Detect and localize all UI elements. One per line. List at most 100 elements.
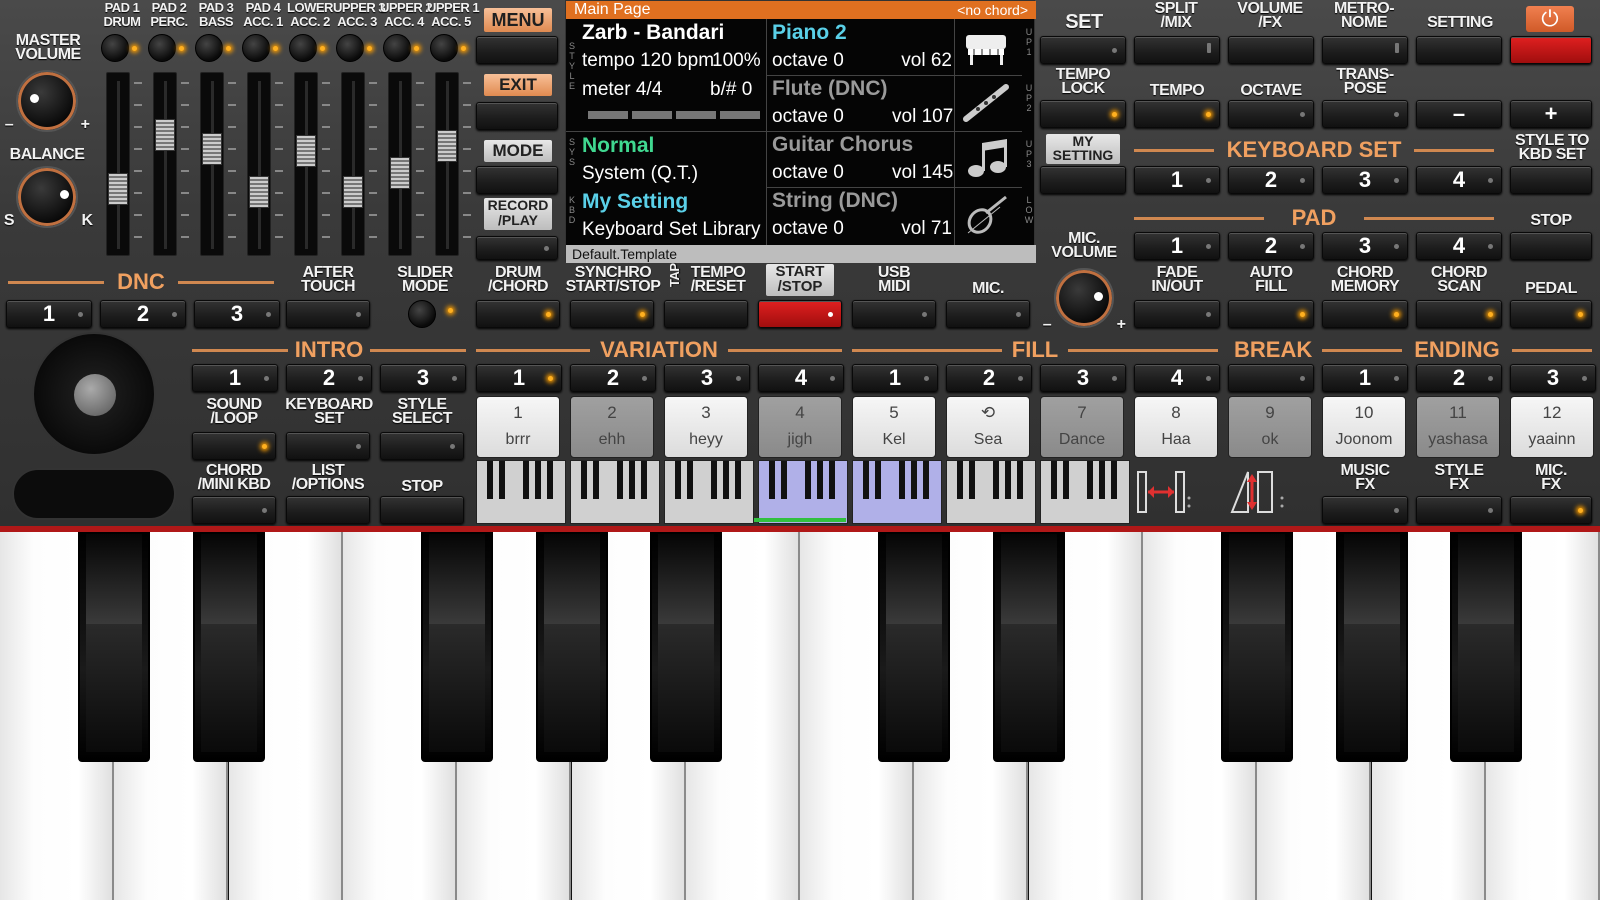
channel-pad-knob[interactable] xyxy=(101,34,129,62)
variation-button[interactable]: 2 xyxy=(570,364,656,392)
intro-button[interactable]: 1 xyxy=(192,364,278,392)
sound-pad[interactable]: 5 Kel xyxy=(852,396,936,458)
tempo-button[interactable] xyxy=(1134,100,1220,128)
mic-button[interactable] xyxy=(946,300,1030,328)
sound-pad[interactable]: 2 ehh xyxy=(570,396,654,458)
channel-slider[interactable] xyxy=(200,72,224,256)
drum-chord-button[interactable] xyxy=(476,300,560,328)
auto-fill-button[interactable] xyxy=(1228,300,1314,328)
sound-pad[interactable]: ⟲ Sea xyxy=(946,396,1030,458)
pad-button[interactable]: 4 xyxy=(1416,232,1502,260)
keyboard-set-row-button[interactable] xyxy=(286,432,370,460)
slider-cap[interactable] xyxy=(296,135,316,167)
black-key[interactable] xyxy=(421,532,493,762)
volume-fx-button[interactable] xyxy=(1228,36,1314,64)
black-key[interactable] xyxy=(878,532,950,762)
sound-pad[interactable]: 10 Joonom xyxy=(1322,396,1406,458)
start-stop-button[interactable] xyxy=(758,300,842,328)
joystick[interactable] xyxy=(32,332,156,456)
black-key[interactable] xyxy=(193,532,265,762)
part-name[interactable]: Piano 2 xyxy=(772,22,847,44)
part-name[interactable]: Guitar Chorus xyxy=(772,134,913,156)
chord-scan-button[interactable] xyxy=(1416,300,1502,328)
channel-pad-knob[interactable] xyxy=(148,34,176,62)
intro-button[interactable]: 2 xyxy=(286,364,372,392)
sound-pad[interactable]: 9 ok xyxy=(1228,396,1312,458)
slider-cap[interactable] xyxy=(437,130,457,162)
balance-knob[interactable] xyxy=(16,166,78,228)
keyboard-width-icon[interactable] xyxy=(1134,466,1194,518)
part-name[interactable]: Flute (DNC) xyxy=(772,78,887,100)
music-fx-button[interactable] xyxy=(1322,496,1408,524)
menu-button[interactable] xyxy=(476,36,558,64)
channel-slider[interactable] xyxy=(388,72,412,256)
plus-button[interactable]: + xyxy=(1510,100,1592,128)
intro-button[interactable]: 3 xyxy=(380,364,466,392)
mode-button[interactable] xyxy=(476,166,558,194)
metronome-button[interactable] xyxy=(1322,36,1408,64)
keyboard-set-button[interactable]: 1 xyxy=(1134,166,1220,194)
piano-keyboard[interactable] xyxy=(0,532,1600,900)
black-key[interactable] xyxy=(1221,532,1293,762)
ending-button[interactable]: 3 xyxy=(1510,364,1596,392)
channel-pad-knob[interactable] xyxy=(195,34,223,62)
slider-mode-knob[interactable] xyxy=(408,300,436,328)
ribbon-controller[interactable] xyxy=(12,468,176,520)
chord-mini-kbd-button[interactable] xyxy=(192,496,276,524)
chord-memory-button[interactable] xyxy=(1322,300,1408,328)
octave-button[interactable] xyxy=(1228,100,1314,128)
keyboard-set-button[interactable]: 2 xyxy=(1228,166,1314,194)
channel-pad-knob[interactable] xyxy=(383,34,411,62)
channel-slider[interactable] xyxy=(294,72,318,256)
black-key[interactable] xyxy=(536,532,608,762)
dnc-button[interactable]: 1 xyxy=(6,300,92,328)
style-name[interactable]: Zarb - Bandari xyxy=(582,22,724,44)
keyboard-set-button[interactable]: 4 xyxy=(1416,166,1502,194)
usb-midi-button[interactable] xyxy=(852,300,936,328)
mini-octave[interactable] xyxy=(1040,460,1130,524)
synchro-start-stop-button[interactable] xyxy=(570,300,654,328)
violin-icon[interactable] xyxy=(960,193,1012,237)
channel-pad-knob[interactable] xyxy=(336,34,364,62)
joystick-handle[interactable] xyxy=(74,374,116,416)
slider-cap[interactable] xyxy=(343,176,363,208)
pad-button[interactable]: 3 xyxy=(1322,232,1408,260)
keyboard-set-button[interactable]: 3 xyxy=(1322,166,1408,194)
sound-pad[interactable]: 4 jigh xyxy=(758,396,842,458)
channel-pad-knob[interactable] xyxy=(430,34,458,62)
stop-button[interactable] xyxy=(380,496,464,524)
note-icon[interactable] xyxy=(960,137,1012,181)
fill-button[interactable]: 4 xyxy=(1134,364,1220,392)
pedal-button[interactable] xyxy=(1510,300,1592,328)
part-name[interactable]: String (DNC) xyxy=(772,190,898,212)
sound-pad[interactable]: 3 heyy xyxy=(664,396,748,458)
fill-button[interactable]: 2 xyxy=(946,364,1032,392)
piano-icon[interactable] xyxy=(960,25,1012,69)
mini-octave[interactable] xyxy=(664,460,754,524)
mic-volume-knob[interactable] xyxy=(1054,268,1114,328)
mic-fx-button[interactable] xyxy=(1510,496,1592,524)
sound-pad[interactable]: 8 Haa xyxy=(1134,396,1218,458)
flute-icon[interactable] xyxy=(960,81,1012,125)
split-mix-button[interactable] xyxy=(1134,36,1220,64)
exit-button[interactable] xyxy=(476,102,558,130)
setting-button[interactable] xyxy=(1416,36,1502,64)
keyboard-set-name[interactable]: My Setting xyxy=(582,191,688,213)
my-setting-button[interactable] xyxy=(1040,166,1126,194)
variation-button[interactable]: 4 xyxy=(758,364,844,392)
channel-slider[interactable] xyxy=(435,72,459,256)
ending-button[interactable]: 2 xyxy=(1416,364,1502,392)
sound-pad[interactable]: 1 brrr xyxy=(476,396,560,458)
sound-pad[interactable]: 12 yaainn xyxy=(1510,396,1594,458)
tap-tempo-button[interactable] xyxy=(664,300,748,328)
pad-stop-button[interactable] xyxy=(1510,232,1592,260)
sound-loop-button[interactable] xyxy=(192,432,276,460)
fill-button[interactable]: 3 xyxy=(1040,364,1126,392)
black-key[interactable] xyxy=(650,532,722,762)
mini-octave[interactable] xyxy=(852,460,942,524)
tempo-lock-button[interactable] xyxy=(1040,100,1126,128)
power-button[interactable] xyxy=(1510,36,1592,64)
sound-pad[interactable]: 7 Dance xyxy=(1040,396,1124,458)
list-options-button[interactable] xyxy=(286,496,370,524)
channel-slider[interactable] xyxy=(106,72,130,256)
